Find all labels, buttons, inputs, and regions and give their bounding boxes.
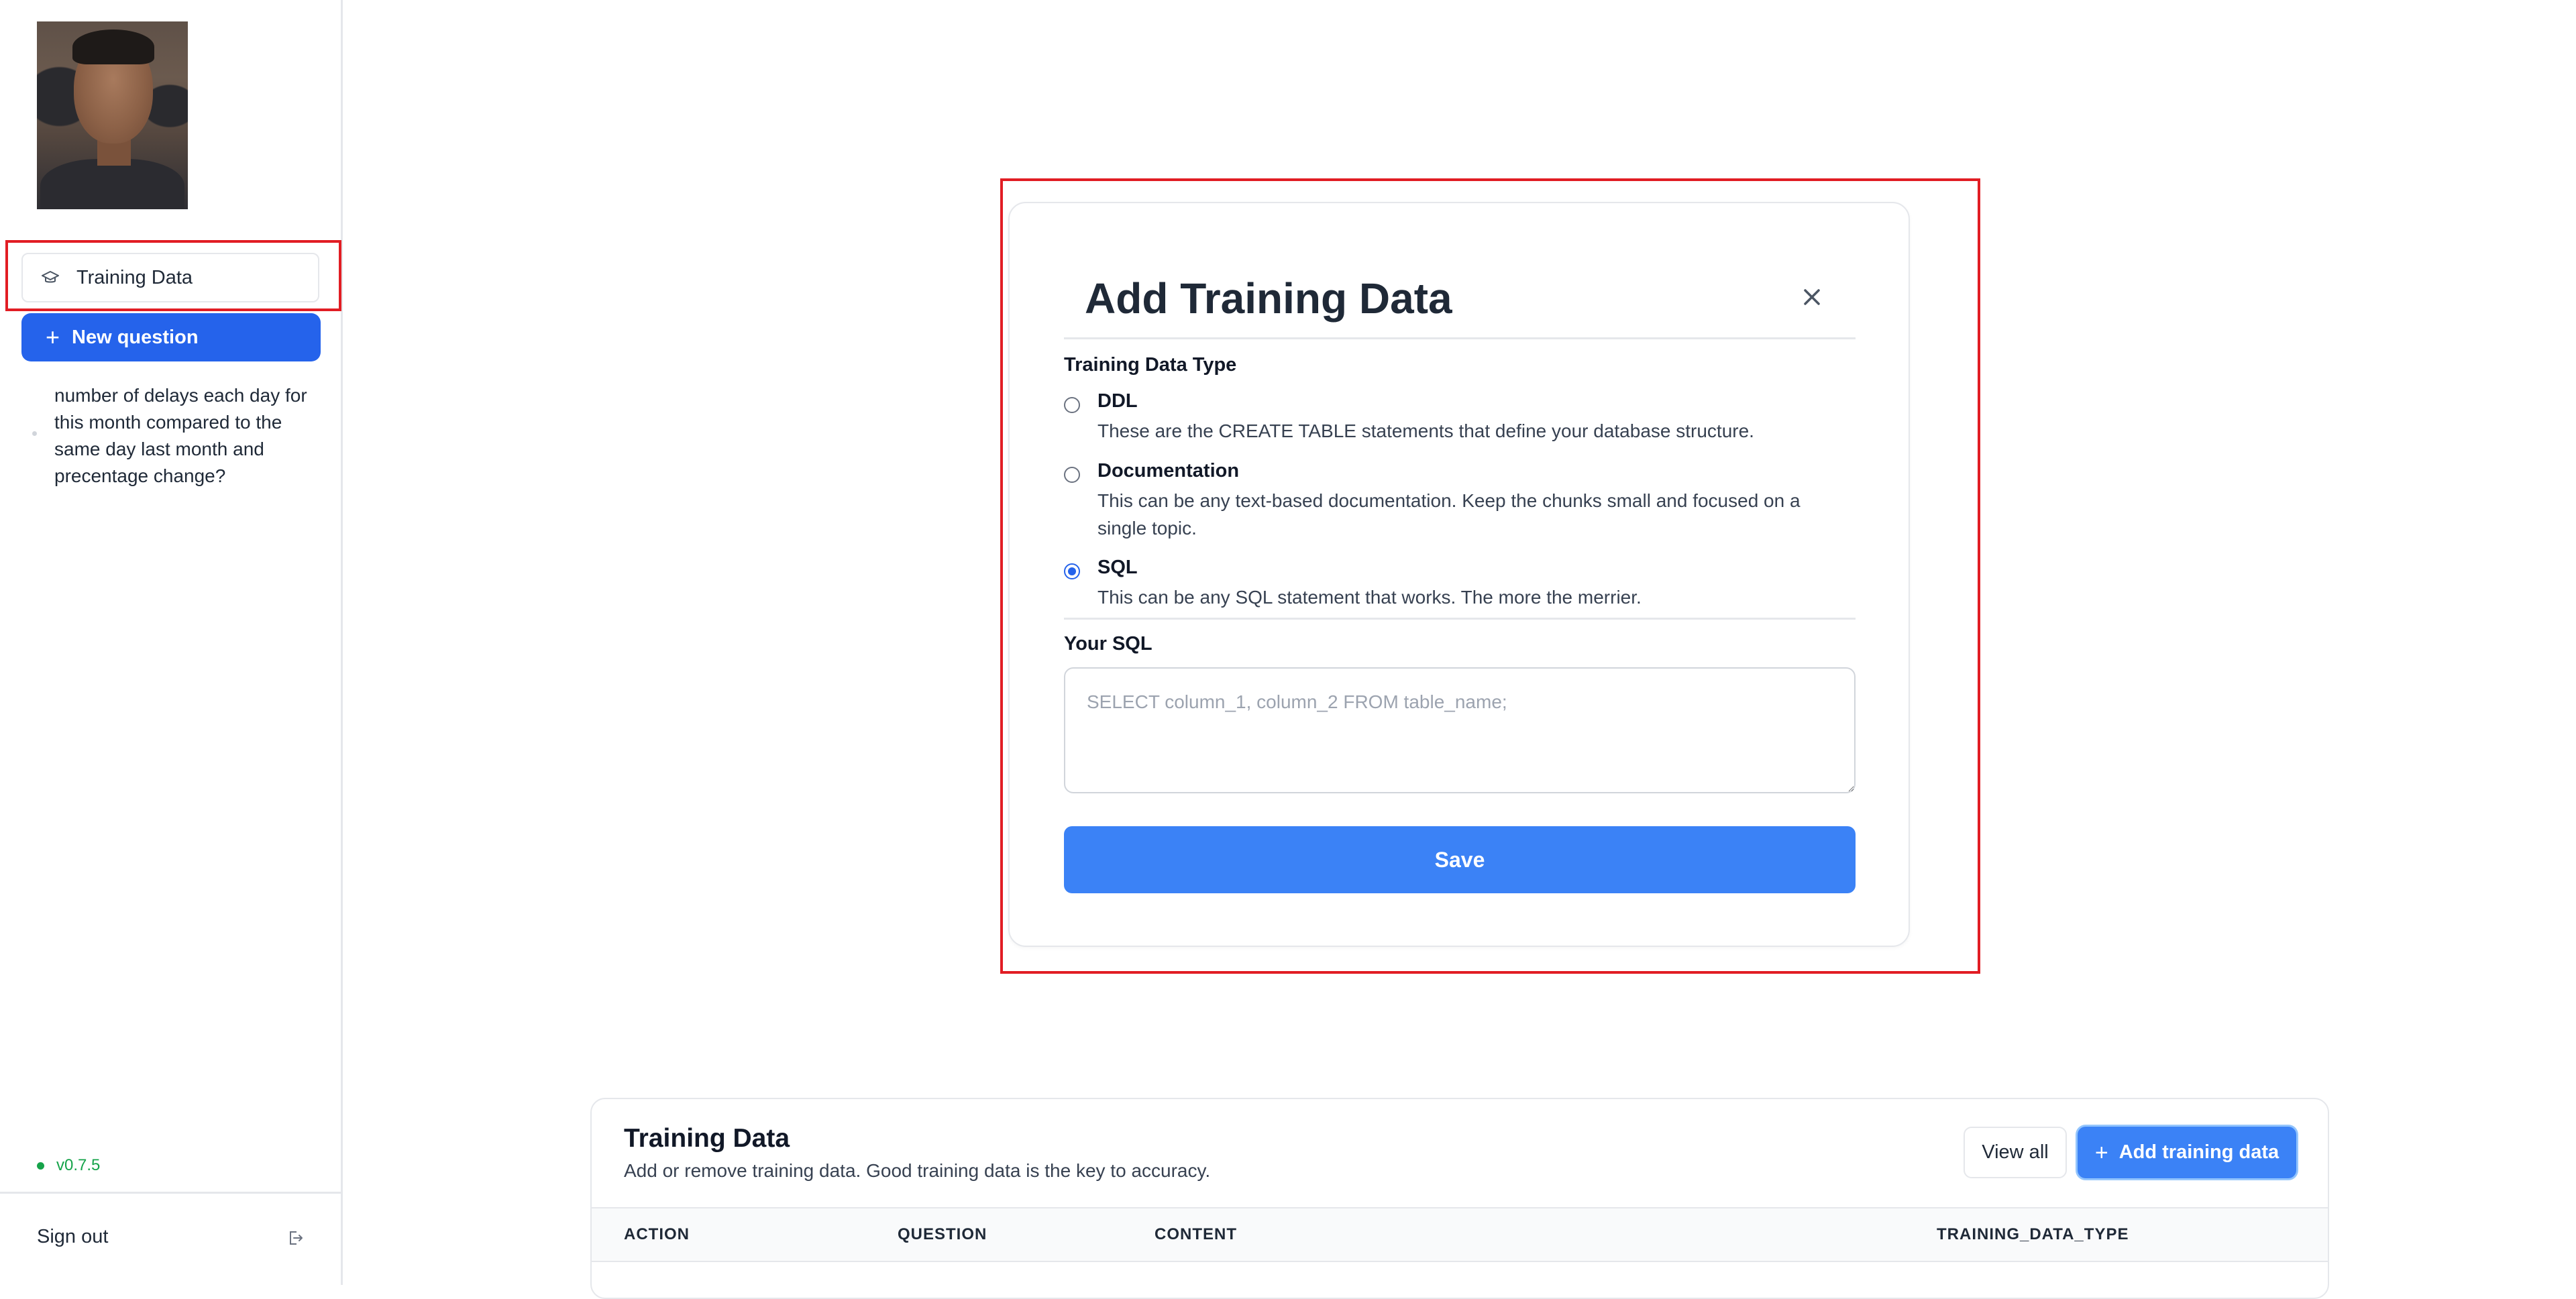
- option-description: This can be any text-based documentation…: [1097, 490, 1801, 539]
- version-text: v0.7.5: [56, 1156, 101, 1174]
- option-title: SQL: [1097, 557, 1138, 578]
- sidebar-item-training-data[interactable]: Training Data: [21, 253, 319, 302]
- option-title: DDL: [1097, 390, 1138, 412]
- close-icon[interactable]: [1796, 282, 1827, 313]
- plus-icon: +: [46, 323, 60, 351]
- option-description: These are the CREATE TABLE statements th…: [1097, 420, 1754, 441]
- view-all-button[interactable]: View all: [1964, 1127, 2067, 1178]
- panel-title: Training Data: [624, 1124, 790, 1153]
- option-description: This can be any SQL statement that works…: [1097, 587, 1642, 608]
- training-data-panel: [590, 1098, 2329, 1299]
- modal-header-divider: [1064, 337, 1856, 339]
- option-title: Documentation: [1097, 460, 1240, 482]
- radio-sql[interactable]: [1064, 563, 1080, 579]
- history-item[interactable]: number of delays each day for this month…: [32, 382, 314, 490]
- graduation-cap-icon: [40, 268, 60, 288]
- your-sql-label: Your SQL: [1064, 633, 1152, 655]
- history-item-text: number of delays each day for this month…: [54, 385, 307, 486]
- sign-out-link[interactable]: Sign out: [37, 1226, 108, 1248]
- history-bullet: [32, 431, 37, 436]
- options-divider: [1064, 618, 1856, 620]
- new-question-label: New question: [72, 326, 199, 348]
- training-data-type-label: Training Data Type: [1064, 354, 1237, 376]
- sign-out-icon[interactable]: [284, 1227, 306, 1249]
- column-header-content: CONTENT: [1155, 1225, 1237, 1243]
- column-header-training-data-type: TRAINING_DATA_TYPE: [1937, 1225, 2129, 1243]
- new-question-button[interactable]: + New question: [21, 313, 321, 361]
- sidebar-item-label: Training Data: [76, 266, 193, 288]
- add-training-data-button[interactable]: + Add training data: [2078, 1127, 2296, 1178]
- version-badge: v0.7.5: [37, 1156, 100, 1175]
- save-button[interactable]: Save: [1064, 826, 1856, 893]
- plus-icon: +: [2094, 1139, 2108, 1166]
- user-avatar: [37, 21, 188, 209]
- column-header-question: QUESTION: [898, 1225, 987, 1243]
- column-header-action: ACTION: [624, 1225, 690, 1243]
- sidebar-divider: [0, 1192, 341, 1194]
- status-dot: [37, 1162, 44, 1170]
- radio-documentation[interactable]: [1064, 467, 1080, 483]
- sql-input[interactable]: [1064, 667, 1856, 793]
- modal-title: Add Training Data: [1085, 274, 1452, 323]
- add-training-data-label: Add training data: [2118, 1141, 2279, 1163]
- radio-ddl[interactable]: [1064, 397, 1080, 413]
- panel-subtitle: Add or remove training data. Good traini…: [624, 1160, 1211, 1181]
